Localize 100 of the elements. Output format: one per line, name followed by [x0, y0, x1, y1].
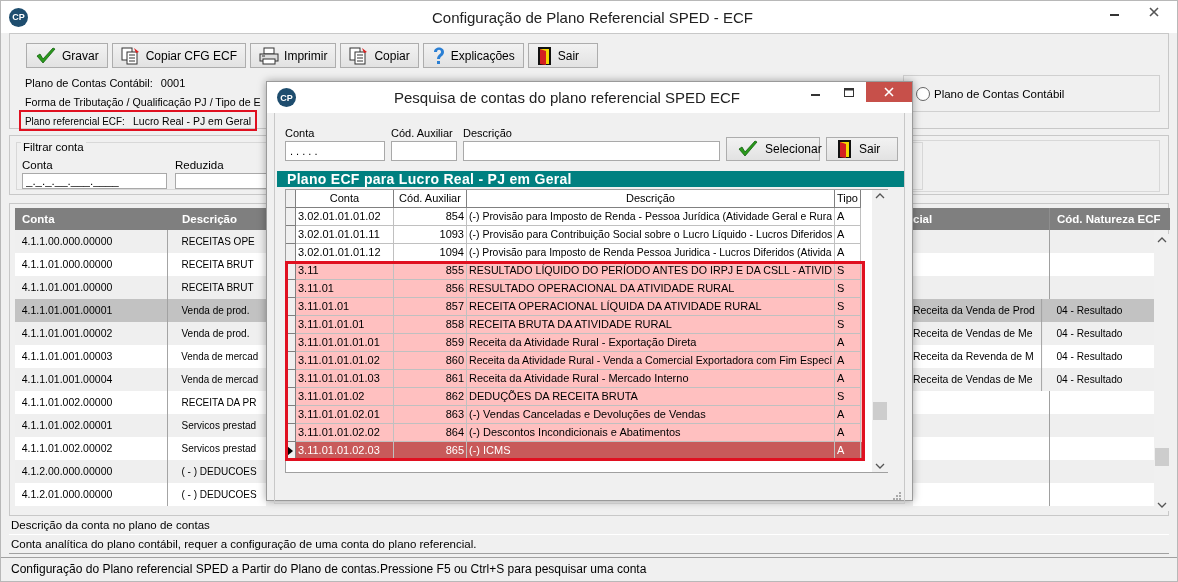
- column-header[interactable]: Conta: [15, 208, 176, 230]
- table-cell-text: Servicos prestad: [180, 418, 258, 433]
- table-cell-text: Venda de prod.: [180, 303, 251, 318]
- table-row[interactable]: 3.11.01.01 857 RECEITA OPERACIONAL LÍQUIDA DA ATIVIDADE RURAL S: [286, 298, 864, 316]
- table-cell-text: RESULTADO OPERACIONAL DA ATIVIDADE RURAL: [469, 281, 735, 296]
- table-cell-text: 861: [445, 371, 464, 386]
- table-cell-text: (-) Provisão para Contribuição Social sobre o Lucro Líquido - Lucros Diferidos: [469, 227, 832, 242]
- select-button[interactable]: Selecionar: [726, 137, 820, 161]
- table-cell-text: RECEITAS OPE: [180, 234, 256, 249]
- table-cell-text: 3.11.01: [298, 281, 334, 296]
- table-cell-text: (-) Descontos Incondicionais e Abatimentos: [469, 425, 681, 440]
- field-value: Lucro Real - PJ em Geral: [133, 114, 252, 127]
- table-cell-text: RECEITA BRUTA DA ATIVIDADE RURAL: [469, 317, 672, 332]
- table-row[interactable]: 4.1.1.01.001.00003 Venda de mercad: [15, 345, 266, 368]
- table-cell-text: 3.11.01.01.02.01: [298, 407, 380, 422]
- column-header[interactable]: Cód. Natureza ECF: [1050, 208, 1170, 230]
- column-header[interactable]: Descrição: [176, 208, 266, 230]
- toolbar-button[interactable]: Explicações: [422, 43, 524, 68]
- table-cell-text: RESULTADO LÍQUIDO DO PERÍODO ANTES DO IRPJ E DA CSLL - ATIVID: [469, 263, 832, 278]
- field-label: Conta: [285, 127, 316, 139]
- table-cell-text: 859: [445, 335, 464, 350]
- table-cell-text: DEDUÇÕES DA RECEITA BRUTA: [469, 389, 638, 404]
- hint-text: Descrição da conta no plano de contas: [10, 518, 211, 533]
- table-cell-text: ( - ) DEDUCOES: [180, 487, 258, 502]
- column-header[interactable]: Descrição: [467, 190, 835, 208]
- table-row[interactable]: 3.11.01.01.02.03 865 (-) ICMS A: [286, 442, 864, 460]
- field-label: Plano referencial ECF:: [25, 114, 125, 127]
- table-cell-text: A: [837, 335, 845, 350]
- table-row[interactable]: 3.11.01.01.02 862 DEDUÇÕES DA RECEITA BRUTA S: [286, 388, 864, 406]
- column-header[interactable]: Cód. Auxiliar: [394, 190, 467, 208]
- table-cell-text: (-) Provisão para Imposto de Renda Pessoa Juridica - Lucros Diferidos (Ativida: [469, 245, 833, 260]
- field-label: Cód. Auxiliar: [391, 127, 454, 139]
- table-row[interactable]: 3.11.01.01.01.01 859 Receita da Atividade Rural - Exportação Direta A: [286, 334, 864, 352]
- table-cell-text: S: [837, 389, 845, 404]
- field-label: Reduzida: [175, 159, 225, 171]
- table-row[interactable]: 4.1.1.01.001.00001 Venda de prod.: [15, 299, 266, 322]
- table-cell-text: A: [837, 353, 845, 368]
- table-cell-text: 1093: [439, 227, 464, 242]
- field-label: Conta: [22, 159, 54, 171]
- table-row[interactable]: 3.11.01.01.01.03 861 Receita da Atividade Rural - Mercado Interno A: [286, 370, 864, 388]
- table-row[interactable]: 3.02.01.01.01.02 854 (-) Provisão para Imposto de Renda - Pessoa Jurídica (Atividade Geral e Rura A: [286, 208, 864, 226]
- table-cell-text: 3.02.01.01.01.02: [298, 209, 381, 224]
- table-cell-text: A: [837, 245, 845, 260]
- table-cell-text: 3.02.01.01.01.11: [298, 227, 380, 242]
- table-row[interactable]: 3.11.01.01.02.01 863 (-) Vendas Canceladas e Devoluções de Vendas A: [286, 406, 864, 424]
- table-row[interactable]: Receita da Revenda de M 04 - Resultado: [913, 345, 1154, 368]
- dialog-title: Pesquisa de contas do plano referencial SPED ECF: [393, 89, 741, 106]
- field-label: Descrição: [463, 127, 513, 139]
- table-cell-text: S: [837, 263, 845, 278]
- exit-button[interactable]: Sair: [826, 137, 898, 161]
- table-cell-text: 04 - Resultado: [1055, 349, 1124, 364]
- table-cell-text: 860: [445, 353, 464, 368]
- radio-label: Plano de Contas Contábil: [934, 87, 1065, 100]
- table-cell-text: Servicos prestad: [180, 441, 258, 456]
- table-row[interactable]: 3.02.01.01.01.11 1093 (-) Provisão para Contribuição Social sobre o Lucro Líquido - Lucros Diferidos A: [286, 226, 864, 244]
- table-row[interactable]: 4.1.1.01.002.00002 Servicos prestad: [15, 437, 266, 460]
- toolbar-button[interactable]: Gravar: [26, 43, 108, 68]
- table-cell-text: 3.11: [298, 263, 319, 278]
- table-cell: 4.1.2.01.000.00000: [15, 483, 168, 506]
- table-cell-text: 1094: [439, 245, 464, 260]
- toolbar-button[interactable]: Copiar CFG ECF: [111, 43, 247, 68]
- table-row[interactable]: 3.02.01.01.01.12 1094 (-) Provisão para Imposto de Renda Pessoa Juridica - Lucros Diferidos (Ativida A: [286, 244, 864, 262]
- toolbar-button[interactable]: Copiar: [340, 43, 419, 68]
- toolbar-button[interactable]: Imprimir: [250, 43, 337, 68]
- app-logo: CP: [277, 88, 296, 107]
- table-row[interactable]: 3.11 855 RESULTADO LÍQUIDO DO PERÍODO ANTES DO IRPJ E DA CSLL - ATIVID S: [286, 262, 864, 280]
- table-row[interactable]: 4.1.2.01.000.00000 ( - ) DEDUCOES: [15, 483, 266, 506]
- table-row[interactable]: 3.11.01.01.01 858 RECEITA BRUTA DA ATIVIDADE RURAL S: [286, 316, 864, 334]
- table-row[interactable]: 4.1.1.01.002.00000 RECEITA DA PR: [15, 391, 266, 414]
- table-row[interactable]: 3.11.01 856 RESULTADO OPERACIONAL DA ATIVIDADE RURAL S: [286, 280, 864, 298]
- window-title: Configuração de Plano Referencial SPED - ECF: [431, 8, 754, 26]
- column-header[interactable]: Conta: [296, 190, 394, 208]
- table-cell-text: Receita da Atividade Rural - Venda a Comercial Exportadora com Fim Especí: [469, 353, 833, 368]
- input-field[interactable]: _._._.__.___.____: [22, 173, 167, 189]
- table-cell-text: 3.11.01.01.02.03: [298, 443, 380, 458]
- search-field[interactable]: . . . . .: [285, 141, 385, 161]
- table-row[interactable]: 3.11.01.01.02.02 864 (-) Descontos Incondicionais e Abatimentos A: [286, 424, 864, 442]
- table-row[interactable]: 4.1.1.01.000.00000 RECEITA BRUT: [15, 253, 266, 276]
- table-cell-text: 3.11.01.01.01.02: [298, 353, 380, 368]
- table-cell-text: S: [837, 299, 845, 314]
- table-cell-text: 856: [445, 281, 464, 296]
- table-cell-text: (-) Provisão para Imposto de Renda - Pessoa Jurídica (Atividade Geral e Rura: [469, 209, 833, 224]
- table-cell-text: A: [837, 443, 845, 458]
- toolbar-button[interactable]: Sair: [527, 43, 598, 68]
- table-cell-text: A: [837, 371, 845, 386]
- table-row[interactable]: Receita da Venda de Prod 04 - Resultado: [913, 299, 1154, 322]
- table-cell-text: S: [837, 317, 845, 332]
- table-cell-text: 3.02.01.01.01.12: [298, 245, 381, 260]
- status-bar: Configuração do Plano referencial SPED a Partir do Plano de contas.Pressione F5 ou Ctrl+S para pesquisar uma conta: [1, 557, 1177, 581]
- table-row[interactable]: 3.11.01.01.01.02 860 Receita da Atividade Rural - Venda a Comercial Exportadora com Fim Especí A: [286, 352, 864, 370]
- table-cell-text: 858: [445, 317, 464, 332]
- table-cell-text: ( - ) DEDUCOES: [180, 464, 258, 479]
- table-cell-text: 04 - Resultado: [1055, 326, 1124, 341]
- hint-text: Conta analítica do plano contábil, requer a configuração de uma conta do plano referencial.: [9, 534, 1169, 554]
- column-header[interactable]: Tipo: [835, 190, 861, 208]
- table-cell-text: 3.11.01.01.01: [298, 317, 365, 332]
- table-cell-text: (-) ICMS: [469, 443, 511, 458]
- table-cell-text: 3.11.01.01.01.03: [298, 371, 380, 386]
- table-cell-text: 862: [445, 389, 464, 404]
- table-cell-text: 864: [445, 425, 464, 440]
